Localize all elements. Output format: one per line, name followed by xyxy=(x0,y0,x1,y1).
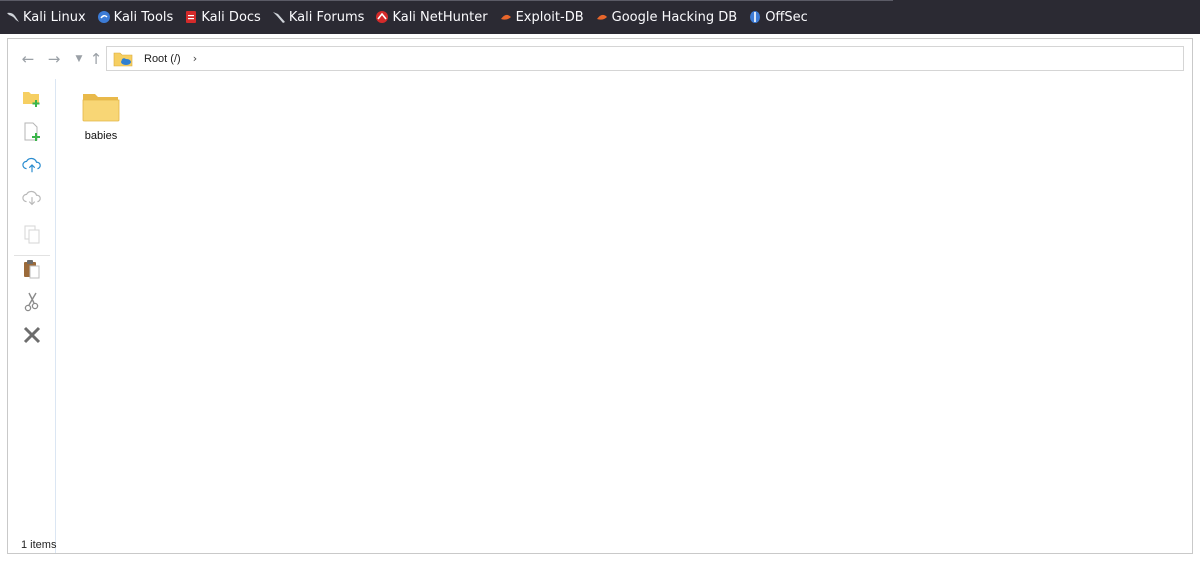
navigation-bar: ← → ▼ ↑ Root (/) › xyxy=(8,39,1192,79)
bookmark-label: Kali Docs xyxy=(201,9,261,25)
download-cloud-icon[interactable] xyxy=(22,188,42,208)
offsec-icon xyxy=(748,10,762,24)
status-bar-count: 1 items xyxy=(21,539,57,551)
bookmark-label: OffSec xyxy=(765,9,808,25)
bookmark-label: Exploit-DB xyxy=(515,9,584,25)
file-list-area: babies xyxy=(57,79,1192,553)
file-manager: ← → ▼ ↑ Root (/) › babies 1 items xyxy=(7,38,1193,554)
back-arrow-icon[interactable]: ← xyxy=(19,50,37,68)
bookmarks-toolbar: Kali Linux Kali Tools Kali Docs Kali For… xyxy=(0,0,1200,34)
kali-tools-icon xyxy=(97,10,111,24)
cut-scissors-icon[interactable] xyxy=(22,292,42,312)
toolbar-divider xyxy=(0,0,893,1)
paste-icon[interactable] xyxy=(22,259,42,279)
action-toolbar xyxy=(8,79,56,553)
bookmark-kali-docs[interactable]: Kali Docs xyxy=(178,5,265,29)
delete-x-icon[interactable] xyxy=(22,325,42,345)
bookmark-label: Kali Tools xyxy=(113,9,174,25)
bookmark-label: Kali Forums xyxy=(288,9,365,25)
new-file-icon[interactable] xyxy=(22,122,42,142)
bookmark-label: Kali NetHunter xyxy=(392,9,488,25)
up-arrow-icon[interactable]: ↑ xyxy=(87,50,105,68)
bookmark-label: Kali Linux xyxy=(23,9,86,25)
ghdb-icon xyxy=(595,10,609,24)
breadcrumb-chevron-icon[interactable]: › xyxy=(193,52,197,65)
kali-forums-icon xyxy=(272,10,286,24)
bookmark-kali-linux[interactable]: Kali Linux xyxy=(0,5,90,29)
forward-arrow-icon[interactable]: → xyxy=(45,50,63,68)
bookmark-label: Google Hacking DB xyxy=(611,9,738,25)
folder-name: babies xyxy=(84,130,118,142)
bookmark-offsec[interactable]: OffSec xyxy=(742,5,812,29)
new-folder-icon[interactable] xyxy=(22,89,42,109)
folder-item[interactable]: babies xyxy=(81,91,121,142)
bookmark-kali-forums[interactable]: Kali Forums xyxy=(266,5,369,29)
nethunter-icon xyxy=(375,10,389,24)
upload-cloud-icon[interactable] xyxy=(22,155,42,175)
kali-docs-icon xyxy=(184,10,198,24)
breadcrumb-root[interactable]: Root (/) xyxy=(144,53,181,65)
address-bar[interactable]: Root (/) › xyxy=(106,46,1184,71)
bookmark-kali-tools[interactable]: Kali Tools xyxy=(91,5,178,29)
folder-icon xyxy=(81,94,121,127)
exploit-db-icon xyxy=(499,10,513,24)
root-folder-icon xyxy=(113,51,133,67)
kali-dragon-icon xyxy=(6,10,20,24)
bookmark-kali-nethunter[interactable]: Kali NetHunter xyxy=(369,5,491,29)
history-dropdown-icon[interactable]: ▼ xyxy=(70,50,88,68)
bookmark-exploit-db[interactable]: Exploit-DB xyxy=(493,5,588,29)
copy-icon[interactable] xyxy=(22,225,42,245)
toolbar-separator xyxy=(14,255,50,256)
bookmark-google-hacking-db[interactable]: Google Hacking DB xyxy=(589,5,742,29)
